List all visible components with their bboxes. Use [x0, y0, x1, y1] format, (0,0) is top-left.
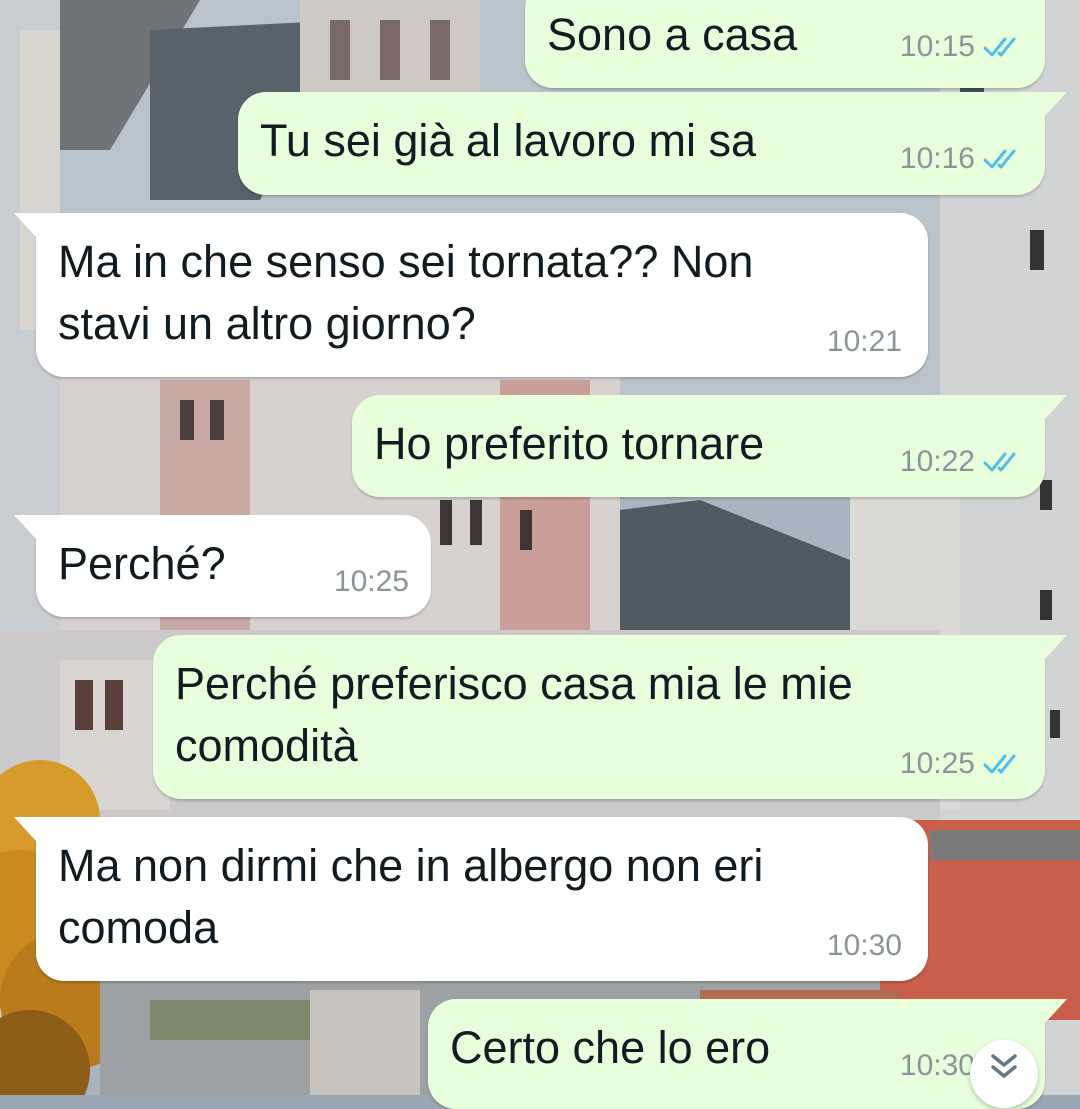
- message-bubble-outgoing[interactable]: Perché preferisco casa mia le mie comodi…: [153, 635, 1067, 799]
- message-bubble-incoming[interactable]: Perché? 10:25: [14, 515, 431, 617]
- message-text: Sono a casa: [547, 9, 798, 60]
- scroll-to-bottom-button[interactable]: [970, 1040, 1038, 1108]
- message-time: 10:30: [826, 929, 902, 962]
- message-meta: 10:21: [827, 325, 902, 359]
- message-time: 10:22: [899, 445, 975, 478]
- message-text: Certo che lo ero: [450, 1022, 771, 1073]
- message-bubble-outgoing[interactable]: Tu sei già al lavoro mi sa 10:16: [238, 92, 1067, 195]
- bubble-tail: [1045, 999, 1067, 1023]
- message-time: 10:15: [899, 30, 975, 63]
- message-text-line-1: Ma non dirmi che in albergo non eri: [58, 840, 764, 891]
- double-check-icon: [983, 37, 1016, 57]
- message-time: 10:21: [826, 325, 902, 358]
- message-time: 10:25: [899, 747, 975, 780]
- double-check-icon: [983, 452, 1016, 472]
- message-text-line-2: stavi un altro giorno?: [58, 298, 476, 349]
- message-meta: 10:15: [900, 30, 1023, 64]
- message-time: 10:25: [333, 565, 409, 598]
- message-text: Ho preferito tornare: [374, 418, 765, 469]
- message-meta: 10:25: [900, 747, 1023, 781]
- bubble-tail: [1045, 635, 1067, 659]
- message-text-line-1: Perché preferisco casa mia le mie: [175, 658, 853, 709]
- message-bubble-outgoing[interactable]: Ho preferito tornare 10:22: [352, 395, 1067, 497]
- message-text-line-1: Ma in che senso sei tornata?? Non: [58, 236, 754, 287]
- double-chevron-down-icon: [991, 1054, 1017, 1078]
- message-text: Tu sei già al lavoro mi sa: [260, 115, 757, 166]
- message-text-line-2: comodità: [175, 720, 358, 771]
- message-text: Perché?: [58, 538, 226, 589]
- message-time: 10:30: [899, 1049, 975, 1082]
- message-bubble-incoming[interactable]: Ma in che senso sei tornata?? Non stavi …: [14, 213, 928, 377]
- message-time: 10:16: [899, 142, 975, 175]
- message-meta: 10:22: [900, 445, 1023, 479]
- message-text-line-2: comoda: [58, 902, 219, 953]
- bubble-tail: [1045, 92, 1067, 116]
- message-bubble-outgoing[interactable]: Sono a casa 10:15: [525, 0, 1045, 88]
- bubble-tail: [14, 213, 36, 237]
- message-bubble-incoming[interactable]: Ma non dirmi che in albergo non eri como…: [14, 817, 928, 981]
- double-check-icon: [983, 149, 1016, 169]
- message-meta: 10:16: [900, 142, 1023, 176]
- bubble-tail: [14, 817, 36, 841]
- double-check-icon: [983, 754, 1016, 774]
- bubble-tail: [14, 515, 36, 539]
- bubble-tail: [1045, 395, 1067, 419]
- message-bubble-outgoing[interactable]: Certo che lo ero 10:30: [428, 999, 1067, 1109]
- message-meta: 10:30: [827, 929, 902, 963]
- message-meta: 10:25: [334, 565, 409, 599]
